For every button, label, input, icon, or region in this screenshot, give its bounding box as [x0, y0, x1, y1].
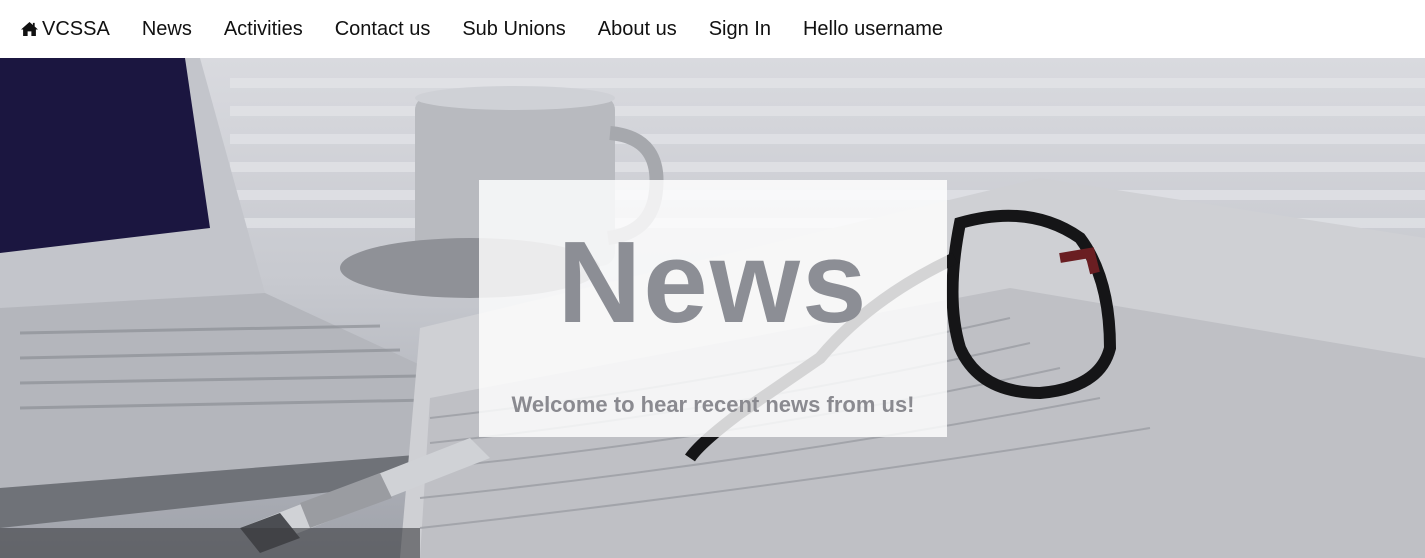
hero-subtitle: Welcome to hear recent news from us! — [511, 392, 915, 417]
nav-item-contact-us[interactable]: Contact us — [335, 18, 431, 41]
nav-item-about-us[interactable]: About us — [598, 18, 677, 41]
home-icon — [21, 21, 38, 37]
hero-banner: News Welcome to hear recent news from us… — [0, 58, 1425, 558]
nav-brand-link[interactable]: VCSSA — [20, 18, 110, 41]
nav-item-sub-unions[interactable]: Sub Unions — [462, 18, 565, 41]
nav-item-activities[interactable]: Activities — [224, 18, 303, 41]
nav-item-sign-in[interactable]: Sign In — [709, 18, 771, 41]
nav-item-hello-user[interactable]: Hello username — [803, 18, 943, 41]
hero-card: News Welcome to hear recent news from us… — [479, 180, 947, 437]
hero-title: News — [557, 217, 869, 347]
nav-brand-label: VCSSA — [42, 17, 110, 40]
nav-item-news[interactable]: News — [142, 18, 192, 41]
top-navbar: VCSSA News Activities Contact us Sub Uni… — [0, 0, 1425, 58]
